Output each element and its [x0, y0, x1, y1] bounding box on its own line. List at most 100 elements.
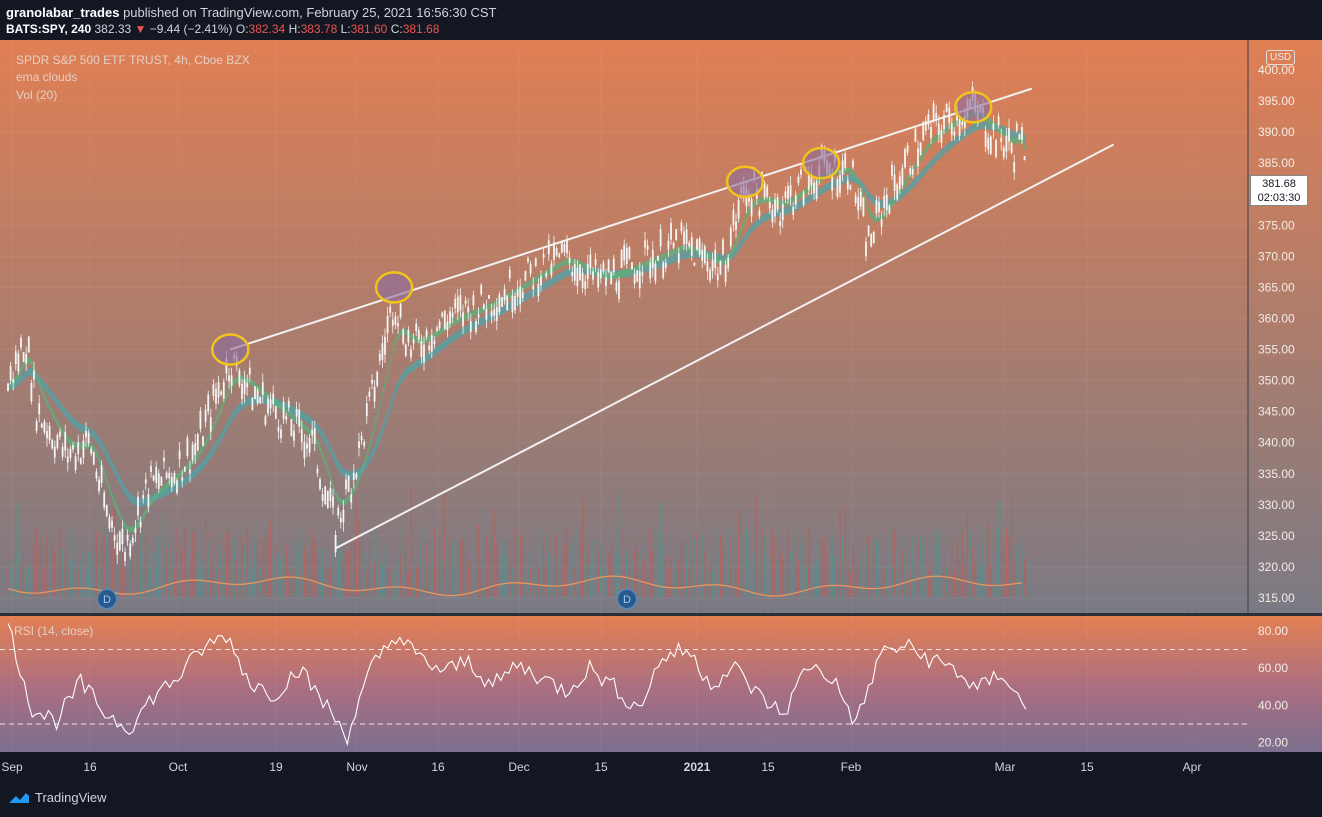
volume-bar	[795, 561, 797, 597]
volume-bar	[641, 561, 643, 597]
volume-bar	[210, 531, 212, 597]
volume-bar	[272, 556, 274, 597]
volume-bar	[985, 528, 987, 597]
dividend-marker[interactable]: D	[97, 589, 117, 609]
volume-bar	[712, 571, 714, 597]
time-tick-label: Oct	[169, 760, 188, 774]
candle-body	[615, 282, 618, 292]
price-tick-label: 340.00	[1258, 436, 1295, 450]
candle-body	[454, 298, 457, 309]
low-label: L:	[340, 22, 351, 36]
volume-bar	[374, 561, 376, 597]
candle-body	[1023, 156, 1026, 161]
volume-bar	[519, 530, 521, 597]
candle-body	[654, 263, 657, 282]
volume-bar	[597, 549, 599, 597]
volume-bar	[251, 566, 253, 597]
dividend-marker[interactable]: D	[617, 589, 637, 609]
candle-body	[857, 197, 860, 211]
volume-bar	[1013, 561, 1015, 597]
price-tick-label: 365.00	[1258, 280, 1295, 294]
candle-body	[189, 469, 191, 474]
volume-bar	[901, 550, 903, 597]
candle-body	[935, 113, 938, 119]
candle-body	[501, 297, 503, 307]
candle-body	[77, 442, 80, 454]
candle-body	[532, 285, 535, 290]
volume-bar	[959, 560, 961, 597]
volume-bar	[865, 545, 867, 597]
chart-canvas[interactable]: 80.00 60.00 40.00 20.00 400.00 395.00 390.00 3…	[0, 40, 1322, 784]
candle-body	[989, 136, 992, 154]
volume-bar	[587, 546, 589, 597]
candle-body	[417, 330, 420, 340]
volume-bar	[943, 563, 945, 597]
candle-body	[607, 259, 610, 273]
candle-body	[410, 349, 412, 358]
candle-body	[831, 176, 834, 191]
volume-bar	[777, 565, 779, 597]
ema-clouds-legend[interactable]: ema clouds	[16, 70, 77, 84]
volume-bar	[634, 550, 636, 597]
volume-bar	[1018, 559, 1020, 597]
candle-body	[196, 434, 199, 451]
rsi-legend[interactable]: RSI (14, close)	[14, 624, 93, 638]
candle-body	[228, 375, 230, 382]
volume-legend[interactable]: Vol (20)	[16, 88, 57, 102]
volume-bar	[610, 543, 612, 597]
candle-body	[563, 244, 566, 253]
volume-bar	[137, 528, 139, 597]
volume-bar	[756, 493, 758, 597]
volume-bar	[166, 547, 168, 597]
candle-body	[901, 167, 904, 186]
volume-bar	[836, 565, 838, 597]
volume-bar	[176, 527, 178, 597]
volume-bar	[264, 533, 266, 597]
author-name[interactable]: granolabar_trades	[6, 5, 119, 20]
volume-bar	[426, 542, 428, 597]
candle-body	[488, 294, 490, 299]
change-down-icon: ▼	[134, 22, 147, 36]
volume-bar	[792, 527, 794, 597]
candle-body	[9, 366, 12, 381]
volume-bar	[553, 555, 555, 597]
candle-body	[290, 419, 293, 437]
candle-body	[909, 168, 912, 175]
candle-body	[766, 186, 769, 197]
volume-bar	[803, 535, 805, 597]
candle-body	[701, 249, 704, 261]
volume-bar	[615, 550, 617, 597]
tradingview-logo[interactable]: TradingView	[8, 790, 107, 805]
candle-body	[267, 398, 269, 414]
volume-bar	[223, 549, 225, 597]
candle-body	[35, 421, 38, 431]
candle-body	[350, 494, 353, 503]
candle-body	[261, 382, 264, 395]
candle-body	[584, 281, 587, 290]
candle-body	[243, 379, 246, 395]
countdown-timer: 02:03:30	[1257, 192, 1301, 204]
volume-bar	[600, 546, 602, 597]
volume-bar	[1016, 545, 1018, 597]
candle-body	[85, 431, 87, 438]
currency-badge[interactable]: USD	[1266, 50, 1296, 65]
volume-bar	[368, 540, 370, 597]
volume-bar	[790, 551, 792, 597]
volume-bar	[839, 510, 841, 597]
candle-body	[155, 466, 158, 483]
candle-body	[789, 185, 792, 197]
volume-bar	[602, 558, 604, 597]
candle-body	[836, 179, 839, 197]
candle-body	[529, 264, 532, 274]
volume-bar	[992, 559, 994, 597]
candle-body	[594, 258, 597, 266]
volume-bar	[480, 567, 482, 597]
candle-body	[326, 490, 329, 509]
volume-bar	[589, 565, 591, 597]
volume-bar	[574, 567, 576, 597]
candle-body	[404, 344, 407, 357]
volume-bar	[246, 528, 248, 597]
volume-bar	[407, 571, 409, 597]
volume-bar	[990, 565, 992, 597]
candle-body	[163, 457, 165, 462]
